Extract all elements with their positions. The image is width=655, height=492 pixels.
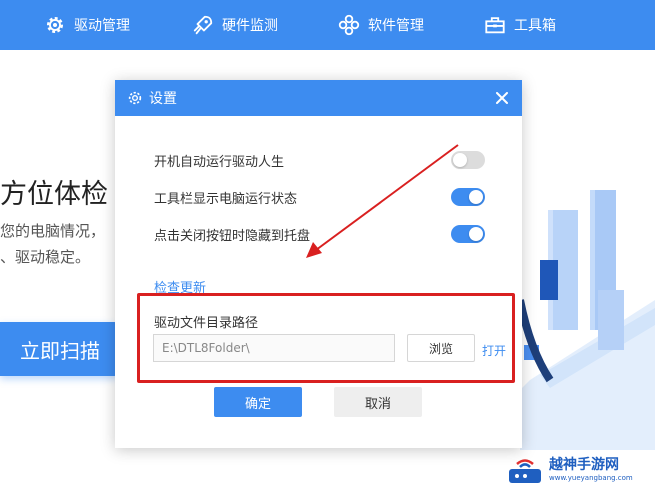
rocket-icon — [193, 15, 213, 35]
option-hide-to-tray-label: 点击关闭按钮时隐藏到托盘 — [154, 229, 311, 244]
isometric-bars-illustration — [520, 190, 655, 450]
toolbox-icon — [485, 17, 505, 34]
browse-button[interactable]: 浏览 — [407, 334, 475, 362]
gear-icon — [46, 16, 64, 34]
open-folder-link[interactable]: 打开 — [482, 342, 506, 359]
nav-toolbox[interactable]: 工具箱 — [484, 0, 556, 50]
toggle-knob — [469, 190, 483, 204]
close-button[interactable] — [492, 88, 512, 108]
gear-icon — [128, 91, 142, 105]
nav-label: 驱动管理 — [74, 18, 130, 34]
scan-now-button[interactable]: 立即扫描 — [0, 322, 120, 376]
apps-icon — [338, 14, 360, 36]
ok-button[interactable]: 确定 — [214, 387, 302, 417]
option-autostart-label: 开机自动运行驱动人生 — [154, 155, 285, 170]
settings-dialog: 设置 开机自动运行驱动人生 工具栏显示电脑运行状态 点击关闭按钮时隐藏到托盘 检… — [115, 80, 522, 448]
toggle-knob — [453, 153, 467, 167]
nav-hardware-monitor[interactable]: 硬件监测 — [192, 0, 278, 50]
toolbar-status-toggle[interactable] — [451, 188, 485, 206]
top-nav-bar: 驱动管理 硬件监测 软件管理 工具箱 — [0, 0, 655, 50]
dialog-title: 设置 — [149, 91, 177, 107]
autostart-toggle[interactable] — [451, 151, 485, 169]
scan-description-line1: 您的电脑情况， — [0, 222, 106, 240]
check-update-link[interactable]: 检查更新 — [154, 277, 206, 296]
nav-label: 硬件监测 — [222, 18, 278, 34]
scan-description-line2: 、驱动稳定。 — [0, 248, 91, 266]
watermark-title: 越神手游网 — [549, 457, 619, 473]
dialog-header: 设置 — [115, 80, 522, 116]
scan-heading: 方位体检 — [0, 179, 108, 210]
driver-path-label: 驱动文件目录路径 — [154, 316, 259, 331]
hide-to-tray-toggle[interactable] — [451, 225, 485, 243]
router-logo-icon — [509, 459, 541, 483]
driver-path-input[interactable] — [153, 334, 395, 362]
nav-software-management[interactable]: 软件管理 — [338, 0, 424, 50]
watermark-url: www.yueyangbang.com — [549, 474, 633, 482]
cancel-button[interactable]: 取消 — [334, 387, 422, 417]
watermark: 越神手游网 www.yueyangbang.com — [505, 452, 633, 488]
toggle-knob — [469, 227, 483, 241]
close-icon — [496, 92, 508, 104]
nav-label: 软件管理 — [368, 18, 424, 34]
nav-driver-management[interactable]: 驱动管理 — [44, 0, 130, 50]
option-toolbar-status-label: 工具栏显示电脑运行状态 — [154, 192, 298, 207]
nav-label: 工具箱 — [514, 18, 556, 34]
